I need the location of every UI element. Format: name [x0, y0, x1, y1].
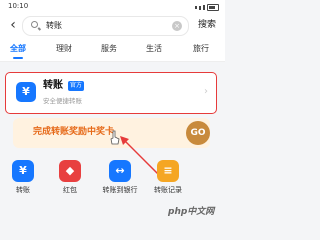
hand-pointer-icon [110, 130, 120, 145]
service-transfer-records[interactable]: ≡ 转账记录 [150, 160, 186, 195]
promo-text: 完成转账奖励中奖卡 [33, 127, 115, 137]
status-bar: 10:10 [0, 0, 225, 13]
battery-icon [207, 4, 219, 11]
active-tab-indicator [13, 57, 23, 59]
official-badge: 官方 [68, 81, 85, 91]
service-red-packet[interactable]: ◆ 红包 [52, 160, 88, 195]
category-tabs: 全部 理财 服务 生活 旅行 [0, 37, 225, 62]
transfer-circle-icon: ¥ [12, 160, 34, 182]
go-button[interactable]: GO [186, 121, 210, 145]
status-icons [195, 4, 219, 11]
chevron-right-icon: › [204, 86, 208, 97]
back-icon[interactable]: ‹ [7, 18, 19, 32]
tab-travel[interactable]: 旅行 [189, 37, 213, 61]
result-description: 安全便捷转账 [43, 97, 82, 105]
status-time: 10:10 [8, 2, 29, 10]
search-query: 转账 [46, 21, 62, 30]
service-label: 转账到银行 [102, 186, 138, 194]
transfer-result-card[interactable]: ¥ 转账 官方 安全便捷转账 › [5, 72, 217, 114]
signal-icon [195, 6, 197, 9]
search-input[interactable]: 转账 × [22, 16, 189, 36]
watermark: php中文网 [168, 207, 215, 217]
records-icon: ≡ [157, 160, 179, 182]
clear-icon[interactable]: × [172, 21, 182, 31]
transfer-icon: ¥ [16, 82, 36, 102]
search-icon [31, 21, 38, 28]
signal-icon [203, 5, 205, 10]
tab-life[interactable]: 生活 [142, 37, 166, 61]
search-bar: ‹ 转账 × 搜索 [0, 13, 225, 37]
search-button[interactable]: 搜索 [193, 16, 221, 34]
bank-transfer-icon: ↔ [109, 160, 131, 182]
result-title: 转账 [43, 80, 63, 91]
signal-icon [199, 5, 201, 10]
service-label: 转账记录 [154, 186, 182, 194]
tab-services[interactable]: 服务 [97, 37, 121, 61]
service-bank-transfer[interactable]: ↔ 转账到银行 [102, 160, 138, 195]
tab-finance[interactable]: 理财 [52, 37, 76, 61]
service-label: 红包 [63, 186, 77, 194]
service-transfer[interactable]: ¥ 转账 [5, 160, 41, 195]
service-label: 转账 [16, 186, 30, 194]
red-packet-icon: ◆ [59, 160, 81, 182]
